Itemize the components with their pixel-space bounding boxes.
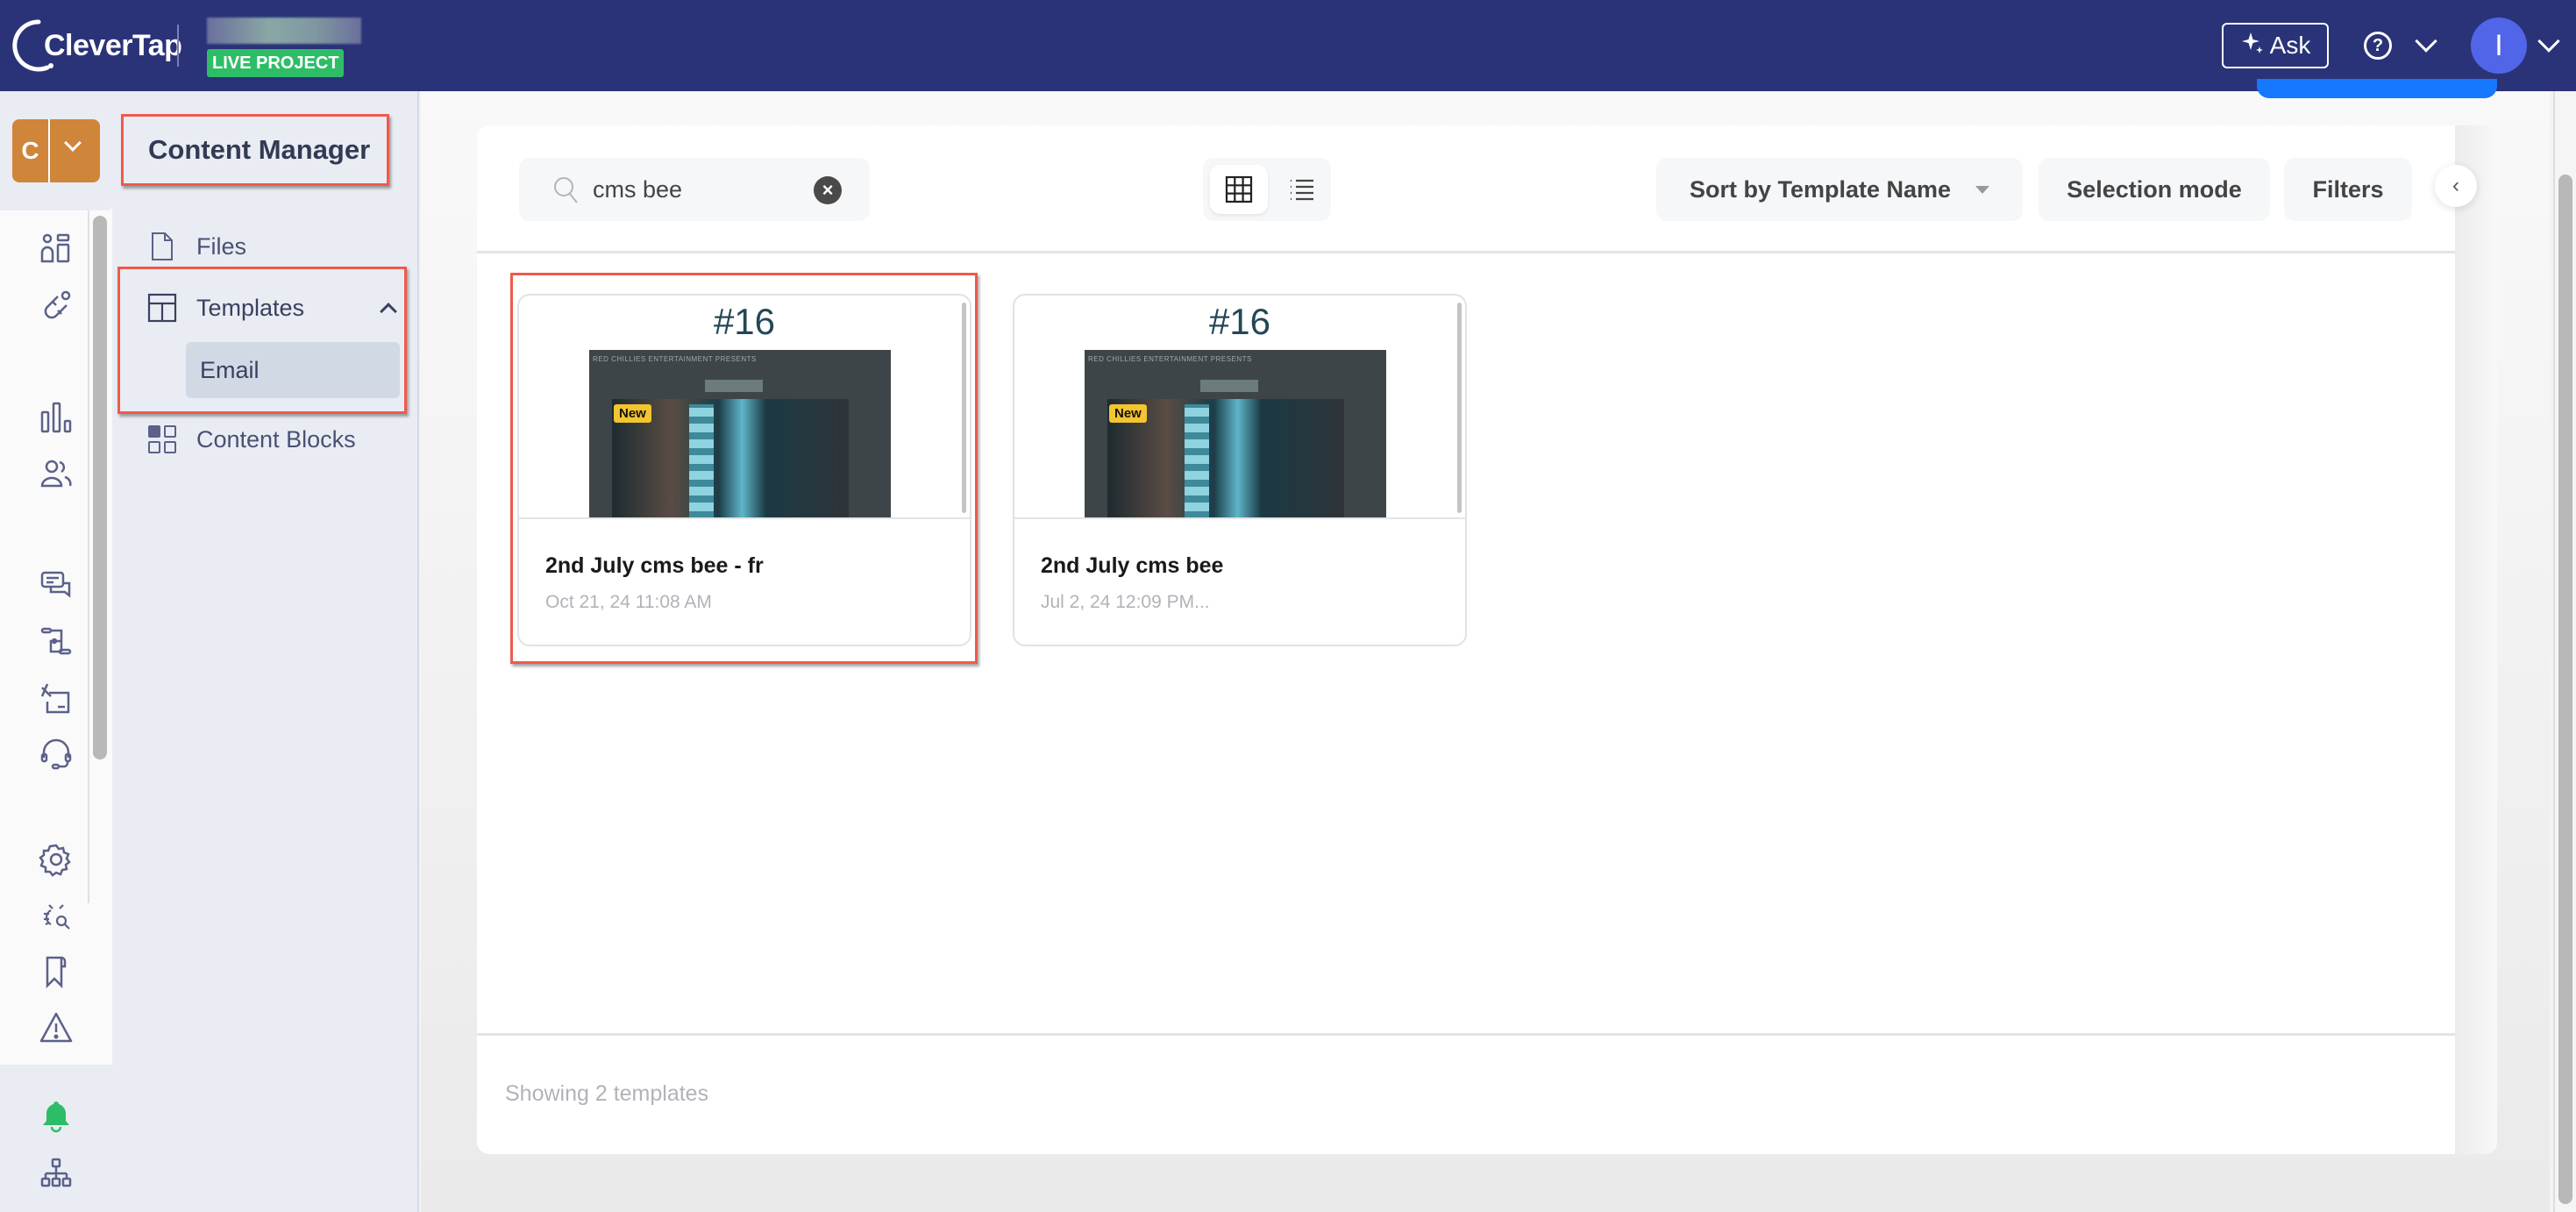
- filters-button[interactable]: Filters: [2284, 158, 2412, 221]
- campaign-icon[interactable]: [39, 681, 74, 716]
- thumb-decoration: [1200, 380, 1258, 392]
- header-separator: [177, 25, 179, 67]
- help-chevron-down-icon[interactable]: [2415, 30, 2437, 53]
- view-toggle: [1203, 158, 1331, 221]
- new-badge: New: [614, 404, 651, 423]
- card-divider: [519, 517, 970, 519]
- clear-search-icon[interactable]: ×: [814, 176, 842, 204]
- list-view-button[interactable]: [1277, 165, 1326, 214]
- thumb-title-strip: [1185, 404, 1209, 517]
- card-date: Oct 21, 24 11:08 AM: [545, 592, 712, 612]
- grid-view-button[interactable]: [1210, 165, 1268, 214]
- list-icon: [1291, 179, 1313, 201]
- account-chevron-down-icon[interactable]: [2537, 30, 2560, 53]
- live-project-badge: LIVE PROJECT: [207, 49, 345, 77]
- sort-dropdown[interactable]: Sort by Template Name: [1656, 158, 2023, 221]
- journeys-icon[interactable]: [39, 624, 74, 659]
- file-icon: [152, 232, 173, 260]
- card-date: Jul 2, 24 12:09 PM...: [1041, 592, 1210, 612]
- template-card[interactable]: #16 RED CHILLIES ENTERTAINMENT PRESENTS …: [1013, 294, 1467, 646]
- template-card[interactable]: #16 RED CHILLIES ENTERTAINMENT PRESENTS …: [517, 294, 971, 646]
- rail-divider: [88, 210, 89, 903]
- project-initial: C: [12, 119, 50, 182]
- dashboard-icon[interactable]: [39, 232, 74, 267]
- nav-label-content-blocks: Content Blocks: [196, 425, 356, 453]
- card-scrollbar[interactable]: [1457, 303, 1462, 513]
- warning-icon[interactable]: [39, 1010, 74, 1045]
- ask-button[interactable]: Ask: [2222, 23, 2329, 68]
- thumb-decoration: [705, 380, 763, 392]
- content-manager-title: Content Manager: [121, 114, 389, 186]
- caret-down-icon: [1975, 185, 1990, 194]
- debug-icon[interactable]: [39, 898, 74, 933]
- notification-bell-icon[interactable]: [39, 1098, 74, 1133]
- card-divider: [1014, 517, 1465, 519]
- card-number: #16: [713, 301, 776, 342]
- template-icon: [147, 293, 177, 323]
- thumb-caption: RED CHILLIES ENTERTAINMENT PRESENTS: [593, 355, 757, 363]
- card-title: 2nd July cms bee: [1041, 553, 1224, 578]
- grid-icon: [1225, 175, 1253, 203]
- template-thumbnail: RED CHILLIES ENTERTAINMENT PRESENTS New: [1085, 350, 1386, 517]
- nav-label-files: Files: [196, 232, 247, 260]
- messages-icon[interactable]: [39, 568, 74, 603]
- templates-count: Showing 2 templates: [505, 1081, 709, 1106]
- rail-scrollbar[interactable]: [93, 216, 107, 759]
- sparkle-icon: [2240, 31, 2265, 61]
- chevron-up-icon[interactable]: [380, 303, 397, 320]
- top-header: CleverTap LIVE PROJECT Ask ? I: [0, 0, 2576, 91]
- ask-label: Ask: [2269, 32, 2311, 59]
- nav-label-templates: Templates: [196, 294, 305, 321]
- content-manager-nav: Content Manager Files Templates Email Co…: [112, 91, 419, 1212]
- logo-arc-icon: [12, 18, 60, 73]
- card-scrollbar[interactable]: [962, 303, 966, 513]
- nav-item-templates[interactable]: Templates: [147, 293, 397, 323]
- nav-item-files[interactable]: Files: [147, 232, 246, 261]
- new-badge: New: [1109, 404, 1147, 423]
- project-name-redacted[interactable]: [207, 18, 361, 44]
- thumb-caption: RED CHILLIES ENTERTAINMENT PRESENTS: [1088, 355, 1252, 363]
- footer-divider: [477, 1033, 2455, 1036]
- user-avatar[interactable]: I: [2471, 18, 2527, 74]
- left-rail: C: [0, 91, 112, 1212]
- thumb-title-strip: [689, 404, 714, 517]
- brand-name: CleverTap: [44, 28, 182, 62]
- analytics-icon[interactable]: [39, 400, 74, 435]
- template-thumbnail: RED CHILLIES ENTERTAINMENT PRESENTS New: [589, 350, 891, 517]
- card-title: 2nd July cms bee - fr: [545, 553, 764, 578]
- nav-item-content-blocks[interactable]: Content Blocks: [147, 424, 356, 454]
- users-icon[interactable]: [39, 456, 74, 491]
- search-box: ×: [519, 158, 870, 221]
- search-input[interactable]: [593, 175, 794, 203]
- card-number: #16: [1208, 301, 1271, 342]
- sort-label: Sort by Template Name: [1689, 175, 1952, 203]
- chevron-down-icon: [64, 134, 82, 152]
- help-icon[interactable]: ?: [2364, 32, 2392, 60]
- project-switcher-area: C: [0, 91, 112, 210]
- bookmark-icon[interactable]: [39, 954, 74, 989]
- toolbar-divider: [477, 251, 2455, 253]
- page-scrollbar[interactable]: [2558, 175, 2572, 1204]
- primary-action-button[interactable]: [2257, 79, 2497, 98]
- nav-item-email[interactable]: Email: [186, 342, 400, 398]
- project-switcher-button[interactable]: C: [12, 119, 100, 182]
- clevertap-logo[interactable]: CleverTap: [12, 18, 182, 74]
- rail-bottom-area: [0, 1065, 112, 1212]
- magnet-icon[interactable]: [39, 288, 74, 323]
- support-icon[interactable]: [39, 737, 74, 772]
- selection-mode-button[interactable]: Selection mode: [2039, 158, 2270, 221]
- search-icon: [554, 177, 578, 203]
- settings-icon[interactable]: [39, 842, 74, 877]
- panel-side-strip: [2455, 125, 2497, 1154]
- blocks-icon: [148, 425, 176, 453]
- hierarchy-icon[interactable]: [39, 1156, 74, 1191]
- collapse-panel-chevron-left-icon[interactable]: ‹: [2435, 165, 2477, 207]
